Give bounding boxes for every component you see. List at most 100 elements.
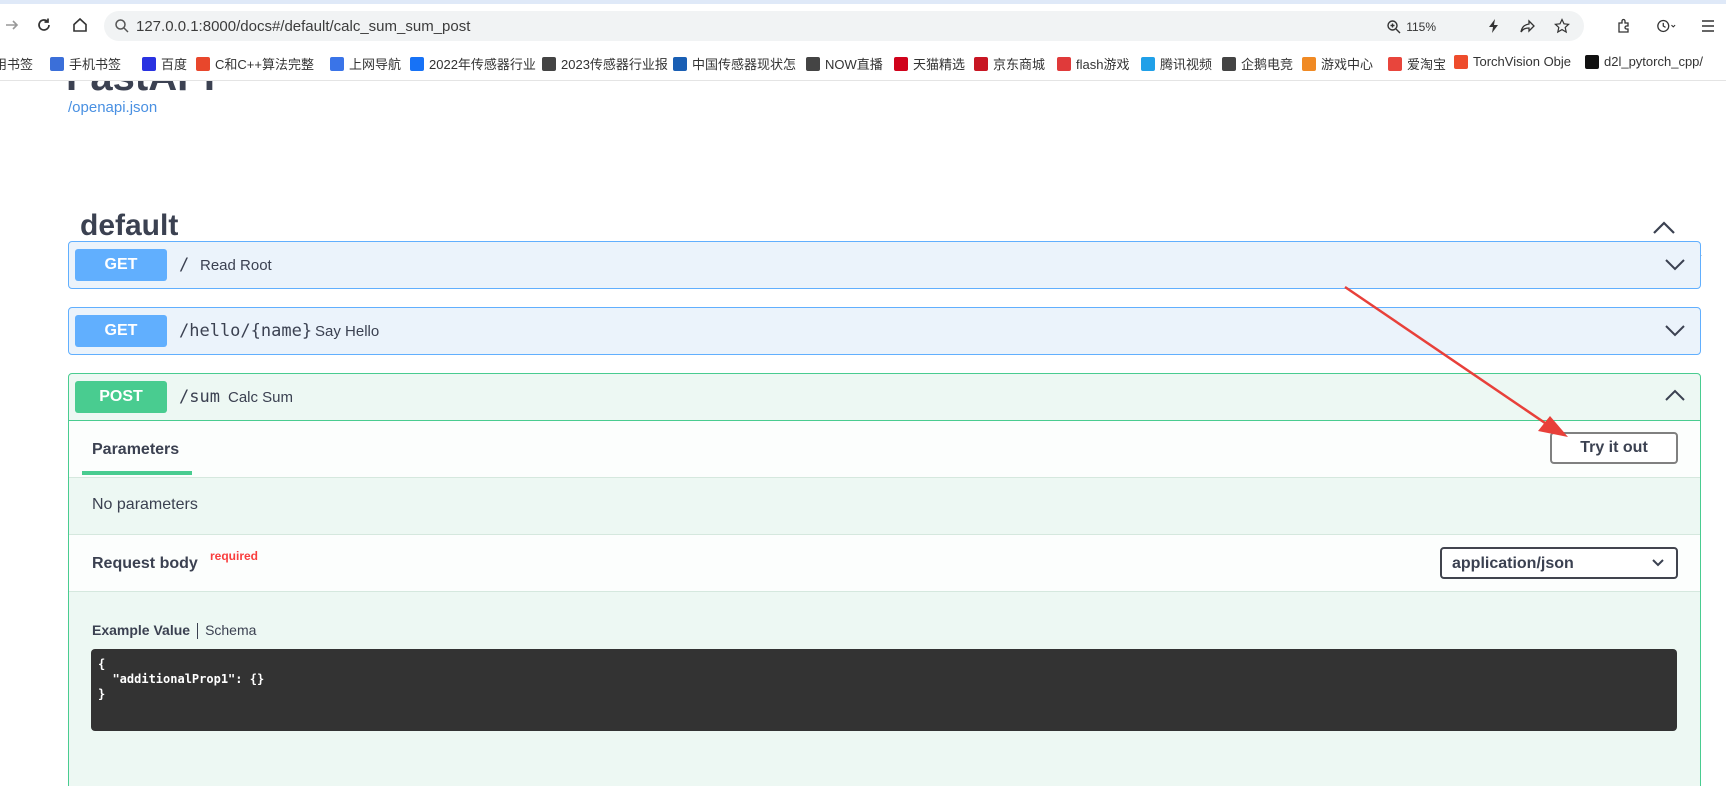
chevron-down-icon bbox=[1652, 559, 1664, 567]
bookmark-label: 用书签 bbox=[0, 57, 34, 72]
chevron-down-icon[interactable] bbox=[1664, 258, 1686, 272]
tab-example-value[interactable]: Example Value bbox=[92, 622, 190, 638]
baidu-icon bbox=[142, 56, 156, 71]
chevron-up-icon[interactable] bbox=[1652, 219, 1676, 235]
zoom-indicator[interactable]: 115% bbox=[1386, 19, 1436, 35]
phone-icon bbox=[50, 56, 64, 71]
zoom-level: 115% bbox=[1406, 20, 1436, 34]
bookmark-label: flash游戏 bbox=[1076, 57, 1130, 72]
swagger-page: FastAPI /openapi.json default GET / Read… bbox=[0, 81, 1726, 786]
try-it-out-button[interactable]: Try it out bbox=[1550, 432, 1678, 464]
operation-summary-bar[interactable]: POST /sum Calc Sum bbox=[69, 374, 1700, 420]
forward-icon[interactable] bbox=[0, 13, 24, 37]
code-line: } bbox=[98, 687, 106, 701]
page-title-cut: FastAPI bbox=[66, 81, 215, 100]
star-icon[interactable] bbox=[1552, 16, 1572, 36]
operation-get-hello[interactable]: GET /hello/{name} Say Hello bbox=[68, 307, 1701, 355]
bookmark-item[interactable]: 游戏中心 bbox=[1302, 54, 1373, 73]
operation-summary: Calc Sum bbox=[228, 389, 294, 406]
bookmark-item[interactable]: 企鹅电竞 bbox=[1222, 54, 1293, 73]
url-text[interactable]: 127.0.0.1:8000/docs#/default/calc_sum_su… bbox=[136, 18, 470, 35]
code-line: { bbox=[98, 657, 106, 671]
method-badge: POST bbox=[75, 381, 167, 413]
menu-icon[interactable] bbox=[1698, 16, 1718, 36]
example-area: Example Value Schema { "additionalProp1":… bbox=[69, 592, 1700, 782]
bookmark-item[interactable]: 腾讯视频 bbox=[1141, 54, 1212, 73]
reload-icon[interactable] bbox=[32, 13, 56, 37]
bookmark-item[interactable]: 上网导航 bbox=[330, 54, 401, 73]
sogou-icon bbox=[673, 56, 687, 71]
jd-icon bbox=[974, 56, 988, 71]
bookmark-item[interactable]: C和C++算法完整 bbox=[196, 54, 314, 73]
bookmark-label: 手机书签 bbox=[69, 57, 122, 72]
content-type-select[interactable]: application/json bbox=[1440, 547, 1678, 579]
no-parameters-text: No parameters bbox=[92, 496, 198, 513]
bookmark-label: 京东商城 bbox=[993, 57, 1046, 72]
operation-summary: Say Hello bbox=[315, 323, 380, 340]
tab-separator bbox=[197, 623, 199, 640]
bookmark-item[interactable]: 爱淘宝 bbox=[1388, 54, 1446, 73]
bookmark-item[interactable]: flash游戏 bbox=[1057, 54, 1129, 73]
parameters-body: No parameters bbox=[69, 478, 1700, 534]
operation-get-root[interactable]: GET / Read Root bbox=[68, 241, 1701, 289]
bookmark-item[interactable]: d2l_pytorch_cpp/ bbox=[1585, 54, 1703, 69]
bookmark-label: 爱淘宝 bbox=[1407, 57, 1447, 72]
zhihu-icon bbox=[410, 56, 424, 71]
video-icon bbox=[1141, 56, 1155, 71]
taobao-icon bbox=[1388, 56, 1402, 71]
request-body-title: Request body bbox=[92, 555, 198, 572]
bookmark-label: 腾讯视频 bbox=[1160, 57, 1213, 72]
bookmark-label: 天猫精选 bbox=[913, 57, 966, 72]
globe-icon bbox=[806, 56, 820, 71]
zoom-icon bbox=[1387, 20, 1401, 34]
request-body-header: Request body required application/json bbox=[69, 534, 1700, 592]
lightning-icon[interactable] bbox=[1484, 16, 1504, 36]
bookmark-label: 2023传感器行业报 bbox=[561, 57, 668, 72]
tmall-icon bbox=[894, 56, 908, 71]
bookmark-item[interactable]: 2022年传感器行业 bbox=[410, 54, 536, 73]
github-icon bbox=[1585, 54, 1599, 69]
globe-icon bbox=[1222, 56, 1236, 71]
bookmark-item[interactable]: 天猫精选 bbox=[894, 54, 965, 73]
bookmark-label: C和C++算法完整 bbox=[215, 57, 314, 72]
home-icon[interactable] bbox=[68, 13, 92, 37]
bookmark-item[interactable]: 用书签 bbox=[0, 54, 33, 73]
bookmark-item[interactable]: 百度 bbox=[142, 54, 187, 73]
bookmark-item[interactable]: 手机书签 bbox=[50, 54, 121, 73]
bookmark-item[interactable]: 中国传感器现状怎 bbox=[673, 54, 796, 73]
flash-icon bbox=[1057, 56, 1071, 71]
content-type-value: application/json bbox=[1452, 555, 1574, 572]
bookmark-item[interactable]: TorchVision Obje bbox=[1454, 54, 1571, 69]
share-icon[interactable] bbox=[1518, 16, 1538, 36]
bookmark-label: 百度 bbox=[161, 57, 188, 72]
bookmark-label: 中国传感器现状怎 bbox=[692, 57, 797, 72]
method-badge: GET bbox=[75, 249, 167, 281]
pytorch-icon bbox=[1454, 54, 1468, 69]
c-icon bbox=[196, 56, 210, 71]
operation-post-sum: POST /sum Calc Sum Parameters Try it out… bbox=[68, 373, 1701, 786]
search-icon bbox=[115, 19, 129, 33]
bookmarks-bar: 用书签 手机书签 百度 C和C++算法完整 上网导航 2022年传感器行业 2023传感器行… bbox=[0, 44, 1726, 81]
operation-path: /sum bbox=[179, 387, 220, 407]
tab-active-underline bbox=[82, 471, 192, 475]
extensions-icon[interactable] bbox=[1614, 16, 1634, 36]
history-icon[interactable] bbox=[1656, 16, 1676, 36]
chevron-down-icon[interactable] bbox=[1664, 324, 1686, 338]
bookmark-label: 上网导航 bbox=[349, 57, 402, 72]
bookmark-label: TorchVision Obje bbox=[1473, 54, 1572, 69]
bookmark-label: 企鹅电竞 bbox=[1241, 57, 1294, 72]
example-code-block[interactable]: { "additionalProp1": {} } bbox=[91, 649, 1677, 731]
tag-name: default bbox=[80, 209, 179, 242]
openapi-link[interactable]: /openapi.json bbox=[68, 99, 157, 116]
bookmark-item[interactable]: 京东商城 bbox=[974, 54, 1045, 73]
tab-parameters[interactable]: Parameters bbox=[82, 421, 192, 475]
chevron-up-icon[interactable] bbox=[1664, 388, 1686, 402]
example-tabs: Example Value Schema bbox=[92, 622, 256, 640]
bookmark-item[interactable]: 2023传感器行业报 bbox=[542, 54, 668, 73]
address-bar[interactable]: 127.0.0.1:8000/docs#/default/calc_sum_su… bbox=[104, 11, 1584, 41]
bookmark-item[interactable]: NOW直播 bbox=[806, 54, 883, 73]
bookmark-label: 2022年传感器行业 bbox=[429, 57, 536, 72]
tab-schema[interactable]: Schema bbox=[205, 622, 256, 638]
code-line: "additionalProp1": {} bbox=[98, 672, 265, 686]
globe-icon bbox=[542, 56, 556, 71]
